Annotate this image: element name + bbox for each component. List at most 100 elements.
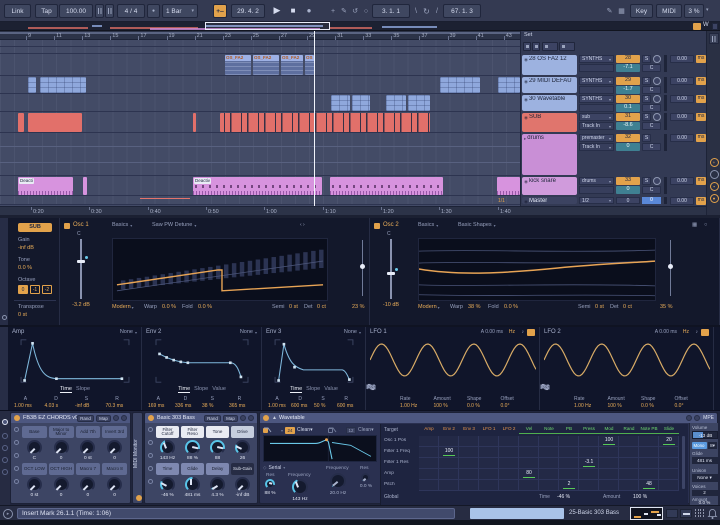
matrix-cell[interactable] — [619, 480, 639, 491]
monitor-routing-menu[interactable]: Track In ▾ — [579, 122, 614, 130]
track-fold-icon[interactable]: ◉ — [524, 57, 528, 63]
track-fold-icon[interactable]: ◉ — [524, 115, 528, 121]
matrix-column-header-press[interactable]: Press — [579, 426, 599, 434]
macro-value[interactable]: 88 % — [181, 456, 204, 461]
matrix-cell-value[interactable]: 48 — [639, 481, 659, 487]
track-fold-icon[interactable]: ◉ — [524, 199, 528, 205]
envelope-display[interactable] — [266, 338, 362, 384]
macro-knob-drive[interactable] — [235, 440, 250, 455]
track-fold-icon[interactable]: ◉ — [524, 79, 528, 85]
tap-tempo-button[interactable]: Tap — [35, 4, 58, 18]
circle-view-icon[interactable]: ○ — [704, 222, 707, 228]
gain-value[interactable]: -inf dB — [18, 245, 34, 251]
clip-view-icon[interactable] — [2, 433, 8, 439]
macro-knob-oct-high[interactable] — [53, 477, 69, 492]
matrix-column-header-lfo-2[interactable]: LFO 2 — [499, 426, 519, 434]
mixer-section-button[interactable]: ● — [709, 194, 719, 203]
matrix-cell[interactable]: 48 — [639, 480, 659, 491]
envelope-display[interactable] — [12, 338, 138, 384]
input-routing-menu[interactable]: drums ▾ — [579, 177, 614, 185]
monitor-routing-menu[interactable] — [579, 64, 614, 72]
overview-viewport[interactable] — [205, 22, 330, 30]
clip[interactable] — [498, 77, 520, 93]
adsr-value[interactable]: 600 ms — [337, 403, 360, 409]
matrix-cell[interactable] — [619, 436, 639, 447]
matrix-column-header-amp[interactable]: Amp — [419, 426, 439, 434]
matrix-cell[interactable] — [459, 447, 479, 458]
matrix-column-header-env-3[interactable]: Env 3 — [459, 426, 479, 434]
lfo-param-value[interactable]: 0.0 % — [641, 403, 675, 409]
matrix-cell[interactable] — [639, 436, 659, 447]
tab-time[interactable]: Time — [178, 386, 191, 393]
master-routing-menu[interactable]: 1/2 ▾ — [579, 197, 614, 204]
solo-button[interactable]: S — [642, 95, 651, 103]
map-button[interactable]: Map — [223, 414, 238, 422]
track-name-drums[interactable]: ▸ drums — [522, 134, 577, 175]
track-delay-box[interactable]: 0.00 — [670, 55, 694, 63]
matrix-cell-value[interactable]: 80 — [519, 470, 539, 476]
random-shape-icon[interactable] — [367, 383, 486, 391]
osc-enable-checkbox[interactable] — [374, 223, 380, 229]
mixer-section-button[interactable]: ▪ — [709, 182, 719, 191]
matrix-cell[interactable] — [599, 458, 619, 469]
matrix-column-header-env-2[interactable]: Env 2 — [439, 426, 459, 434]
pan-box[interactable]: C — [642, 143, 661, 151]
track-number-box[interactable]: 32 — [616, 134, 640, 142]
filter-2-freq-knob[interactable] — [330, 473, 346, 489]
track-delay-box[interactable]: 0.00 — [670, 134, 694, 142]
track-number-box[interactable]: 28 — [616, 55, 640, 63]
mixer-section-button[interactable]: + — [709, 158, 719, 167]
arm-button[interactable] — [653, 77, 661, 85]
matrix-cell[interactable] — [539, 469, 559, 480]
matrix-cell[interactable]: 100 — [439, 447, 459, 458]
adsr-value[interactable]: 4.03 s — [45, 403, 76, 409]
matrix-cell[interactable] — [499, 458, 519, 469]
midi-monitor-device[interactable]: MIDI Monitor — [132, 412, 143, 504]
rack-side-icon[interactable] — [147, 440, 153, 445]
track-number-box[interactable]: 29 — [616, 77, 640, 85]
width-button[interactable]: W — [703, 22, 709, 28]
clip[interactable]: Deactiv — [193, 177, 322, 195]
matrix-cell-value[interactable]: 2 — [559, 481, 579, 487]
matrix-cell[interactable] — [619, 458, 639, 469]
rack-side-icon[interactable] — [147, 466, 153, 471]
adsr-value[interactable]: -inf dB — [75, 403, 106, 409]
overview-lock-button[interactable] — [712, 23, 718, 30]
clip[interactable] — [193, 113, 196, 132]
det-value[interactable]: 0 ct — [317, 304, 326, 310]
osc-category-menu[interactable]: Basics ▾ — [418, 222, 438, 228]
chevron-down-icon[interactable]: ▾ — [706, 7, 709, 13]
transpose-value[interactable]: 0 st — [18, 312, 27, 318]
chain-show-circle[interactable] — [1, 315, 7, 320]
marker-button-a[interactable] — [523, 42, 531, 51]
matrix-cell[interactable] — [419, 447, 439, 458]
envelope-route-menu[interactable]: None ▾ — [240, 329, 257, 335]
solo-button[interactable]: S — [642, 134, 651, 142]
filter-1-res-value[interactable]: 88 % — [261, 491, 279, 496]
clip[interactable] — [220, 113, 430, 132]
macro-knob-base[interactable] — [26, 440, 42, 455]
arrangement-overview[interactable]: W — [0, 22, 720, 31]
clip[interactable] — [386, 95, 406, 111]
punch-out-icon[interactable]: / — [433, 4, 441, 18]
input-routing-menu[interactable]: SYNTHS ▾ — [579, 77, 614, 85]
hot-swap-button[interactable] — [240, 415, 246, 421]
track-number-box[interactable]: 30 — [616, 95, 640, 103]
macro-value[interactable]: 0 — [49, 493, 74, 498]
lfo-attack-value[interactable]: A 0.00 ms — [655, 329, 677, 335]
sine-shape-icon[interactable] — [540, 383, 604, 391]
macro-knob-macro-8[interactable] — [107, 477, 123, 492]
lfo-param-value[interactable]: 100 % — [434, 403, 468, 409]
device-title-bar[interactable]: ▲ Wavetable MPE — [260, 413, 717, 423]
filter-1-freq-value[interactable]: 143 Hz — [286, 497, 314, 502]
clip[interactable]: OS_FA2 — [225, 55, 251, 75]
osc-position-handle[interactable] — [668, 264, 673, 269]
matrix-cell[interactable] — [519, 480, 539, 491]
track-fold-icon[interactable]: ◉ — [524, 179, 528, 185]
macro-knob-glide[interactable] — [185, 477, 200, 492]
track-fold-icon[interactable]: ◉ — [524, 97, 528, 103]
macro-knob-add-7th[interactable] — [80, 440, 96, 455]
preview-play-button[interactable]: ▸ — [3, 509, 13, 519]
lfo-attack-value[interactable]: A 0.00 ms — [481, 329, 503, 335]
matrix-cell[interactable] — [539, 436, 559, 447]
